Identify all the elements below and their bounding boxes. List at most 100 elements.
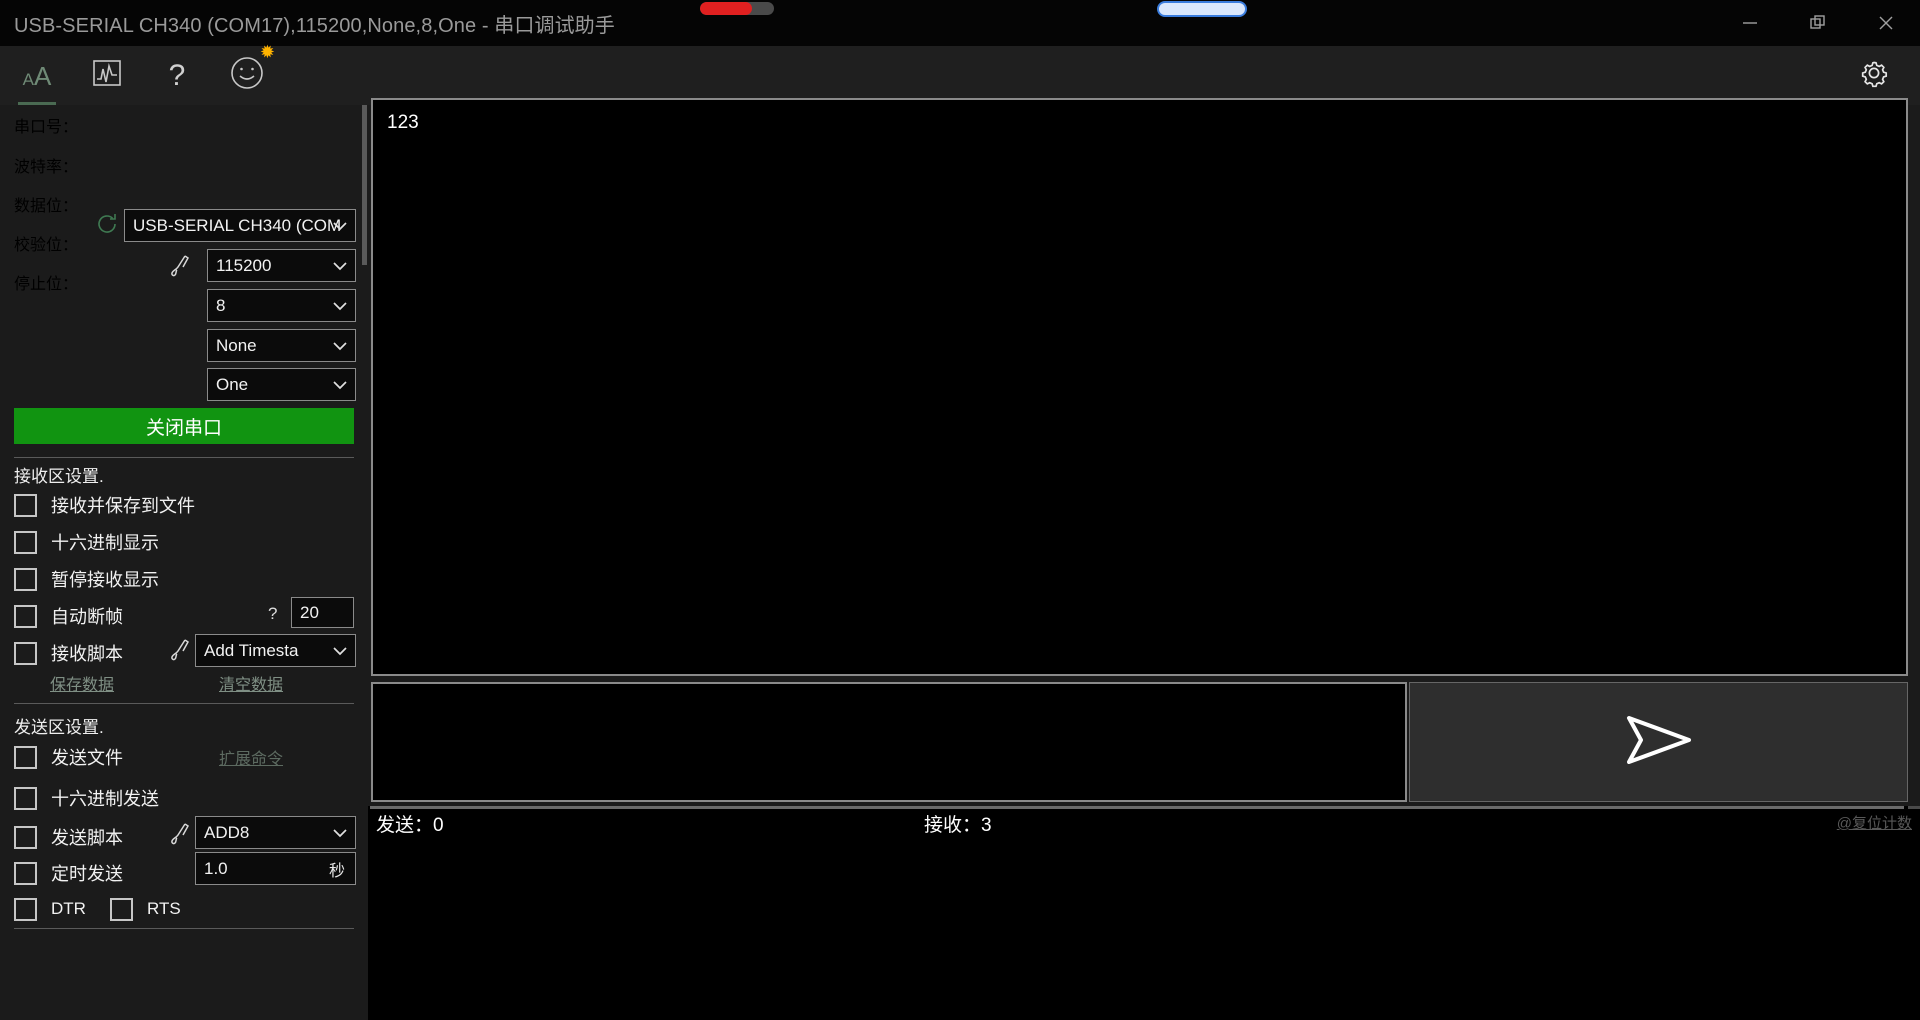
checkbox-box [14, 604, 37, 628]
save-data-link[interactable]: 保存数据 [50, 671, 114, 695]
baud-label: 波特率： [14, 159, 79, 176]
receive-settings-title: 接收区设置. [14, 467, 104, 486]
checkbox-label: 十六进制发送 [51, 789, 159, 809]
send-settings-title: 发送区设置. [14, 718, 104, 737]
checkbox-label: 十六进制显示 [51, 533, 159, 553]
smiley-icon: ✹ [229, 43, 275, 96]
font-size-icon: AA [22, 60, 52, 91]
pen-script-icon [168, 639, 194, 667]
parity-label: 校验位： [14, 237, 79, 254]
auto-frame-help-hint[interactable]: ? [268, 604, 277, 624]
receive-textarea[interactable]: 123 [371, 98, 1908, 676]
data-bits-select[interactable]: 8 [207, 289, 356, 322]
divider-send [14, 703, 354, 704]
send-text-content [373, 684, 1405, 708]
port-select-value: USB-SERIAL CH340 (COM [133, 215, 342, 235]
checkbox-label: 接收脚本 [51, 644, 123, 664]
checkbox-label: DTR [51, 899, 86, 918]
checkbox-timed-send[interactable]: 定时发送 [10, 854, 123, 892]
paper-plane-icon [1621, 710, 1697, 775]
status-divider-right [1908, 806, 1920, 809]
timed-send-input[interactable]: 1.0 秒 [195, 852, 356, 885]
divider-receive [14, 457, 354, 458]
checkbox-box [110, 897, 133, 921]
left-panel-scrollbar[interactable] [362, 105, 367, 265]
pen-script-icon [168, 255, 194, 283]
blue-highlight-pill [1157, 1, 1247, 17]
chevron-down-icon [332, 823, 348, 843]
checkbox-send-script[interactable]: 发送脚本 [10, 818, 123, 856]
checkbox-label: RTS [147, 899, 181, 918]
watermark-label: @复位计数 [1836, 815, 1912, 832]
title-progress-indicators [0, 0, 1920, 22]
left-panel-bottom-strip [0, 1014, 368, 1020]
send-script-value: ADD8 [204, 822, 250, 842]
chevron-down-icon [332, 296, 348, 316]
checkbox-box [14, 641, 37, 665]
checkbox-box [14, 897, 37, 921]
checkbox-hex-send[interactable]: 十六进制发送 [10, 779, 159, 817]
checkbox-hex-display[interactable]: 十六进制显示 [10, 523, 159, 561]
checkbox-box [14, 530, 37, 554]
port-select[interactable]: USB-SERIAL CH340 (COM [124, 209, 356, 242]
send-textarea[interactable] [371, 682, 1407, 802]
status-bar: 发送：0 接收：3 @复位计数 [368, 806, 1920, 1020]
chevron-down-icon [332, 256, 348, 276]
parity-select[interactable]: None [207, 329, 356, 362]
checkbox-label: 自动断帧 [51, 607, 123, 627]
window-controls [1716, 0, 1920, 46]
sent-count-label: 发送：0 [376, 815, 444, 836]
data-bits-label: 数据位： [14, 198, 79, 215]
send-button[interactable] [1409, 682, 1908, 802]
baud-script-icon-button[interactable] [168, 253, 200, 284]
checkbox-box [14, 745, 37, 769]
question-mark-icon: ? [168, 58, 186, 92]
checkbox-rts[interactable]: RTS [106, 890, 181, 928]
baud-select-value: 115200 [216, 255, 272, 275]
baud-select[interactable]: 115200 [207, 249, 356, 282]
checkbox-label: 接收并保存到文件 [51, 496, 195, 516]
checkbox-save-to-file[interactable]: 接收并保存到文件 [10, 486, 195, 524]
checkbox-receive-script[interactable]: 接收脚本 [10, 634, 123, 672]
app-window: USB-SERIAL CH340 (COM17),115200,None,8,O… [0, 0, 1920, 1020]
checkbox-box [14, 786, 37, 810]
clear-data-link[interactable]: 清空数据 [219, 671, 283, 695]
checkbox-send-file[interactable]: 发送文件 [10, 738, 123, 776]
checkbox-dtr[interactable]: DTR [10, 890, 86, 928]
receive-script-select[interactable]: Add Timesta [195, 634, 356, 667]
restore-button[interactable] [1784, 0, 1852, 46]
stop-bits-label: 停止位： [14, 276, 79, 293]
toggle-serial-port-button[interactable]: 关闭串口 [14, 408, 354, 444]
refresh-icon [94, 214, 120, 241]
receive-script-value: Add Timesta [204, 640, 299, 660]
receive-text-content: 123 [387, 112, 419, 133]
parity-select-value: None [216, 335, 257, 355]
port-label: 串口号： [14, 119, 79, 136]
stop-bits-select[interactable]: One [207, 368, 356, 401]
left-settings-panel: 串口号： 波特率： 数据位： 校验位： 停止位： USB-SERIAL CH34… [0, 105, 368, 1020]
minimize-button[interactable] [1716, 0, 1784, 46]
send-script-select[interactable]: ADD8 [195, 816, 356, 849]
checkbox-label: 定时发送 [51, 864, 123, 884]
chevron-down-icon [332, 641, 348, 661]
checkbox-auto-frame[interactable]: 自动断帧 [10, 597, 123, 635]
settings-button[interactable] [1842, 46, 1906, 105]
checkbox-label: 发送文件 [51, 748, 123, 768]
timed-send-value: 1.0 [204, 858, 228, 878]
checkbox-pause-display[interactable]: 暂停接收显示 [10, 560, 159, 598]
waveform-icon [91, 58, 123, 93]
received-count-label: 接收：3 [924, 815, 992, 836]
refresh-ports-button[interactable] [88, 211, 120, 242]
help-tab[interactable]: ? [142, 46, 212, 105]
chevron-down-icon [332, 375, 348, 395]
data-bits-select-value: 8 [216, 295, 226, 315]
checkbox-box [14, 493, 37, 517]
close-button[interactable] [1852, 0, 1920, 46]
font-size-tab[interactable]: AA [2, 46, 72, 105]
auto-frame-input[interactable]: 20 [291, 597, 354, 628]
smiley-tab[interactable]: ✹ [212, 43, 282, 105]
waveform-tab[interactable] [72, 46, 142, 105]
chevron-down-icon [332, 336, 348, 356]
red-progress-pill [700, 2, 774, 15]
extend-command-link[interactable]: 扩展命令 [219, 745, 283, 769]
